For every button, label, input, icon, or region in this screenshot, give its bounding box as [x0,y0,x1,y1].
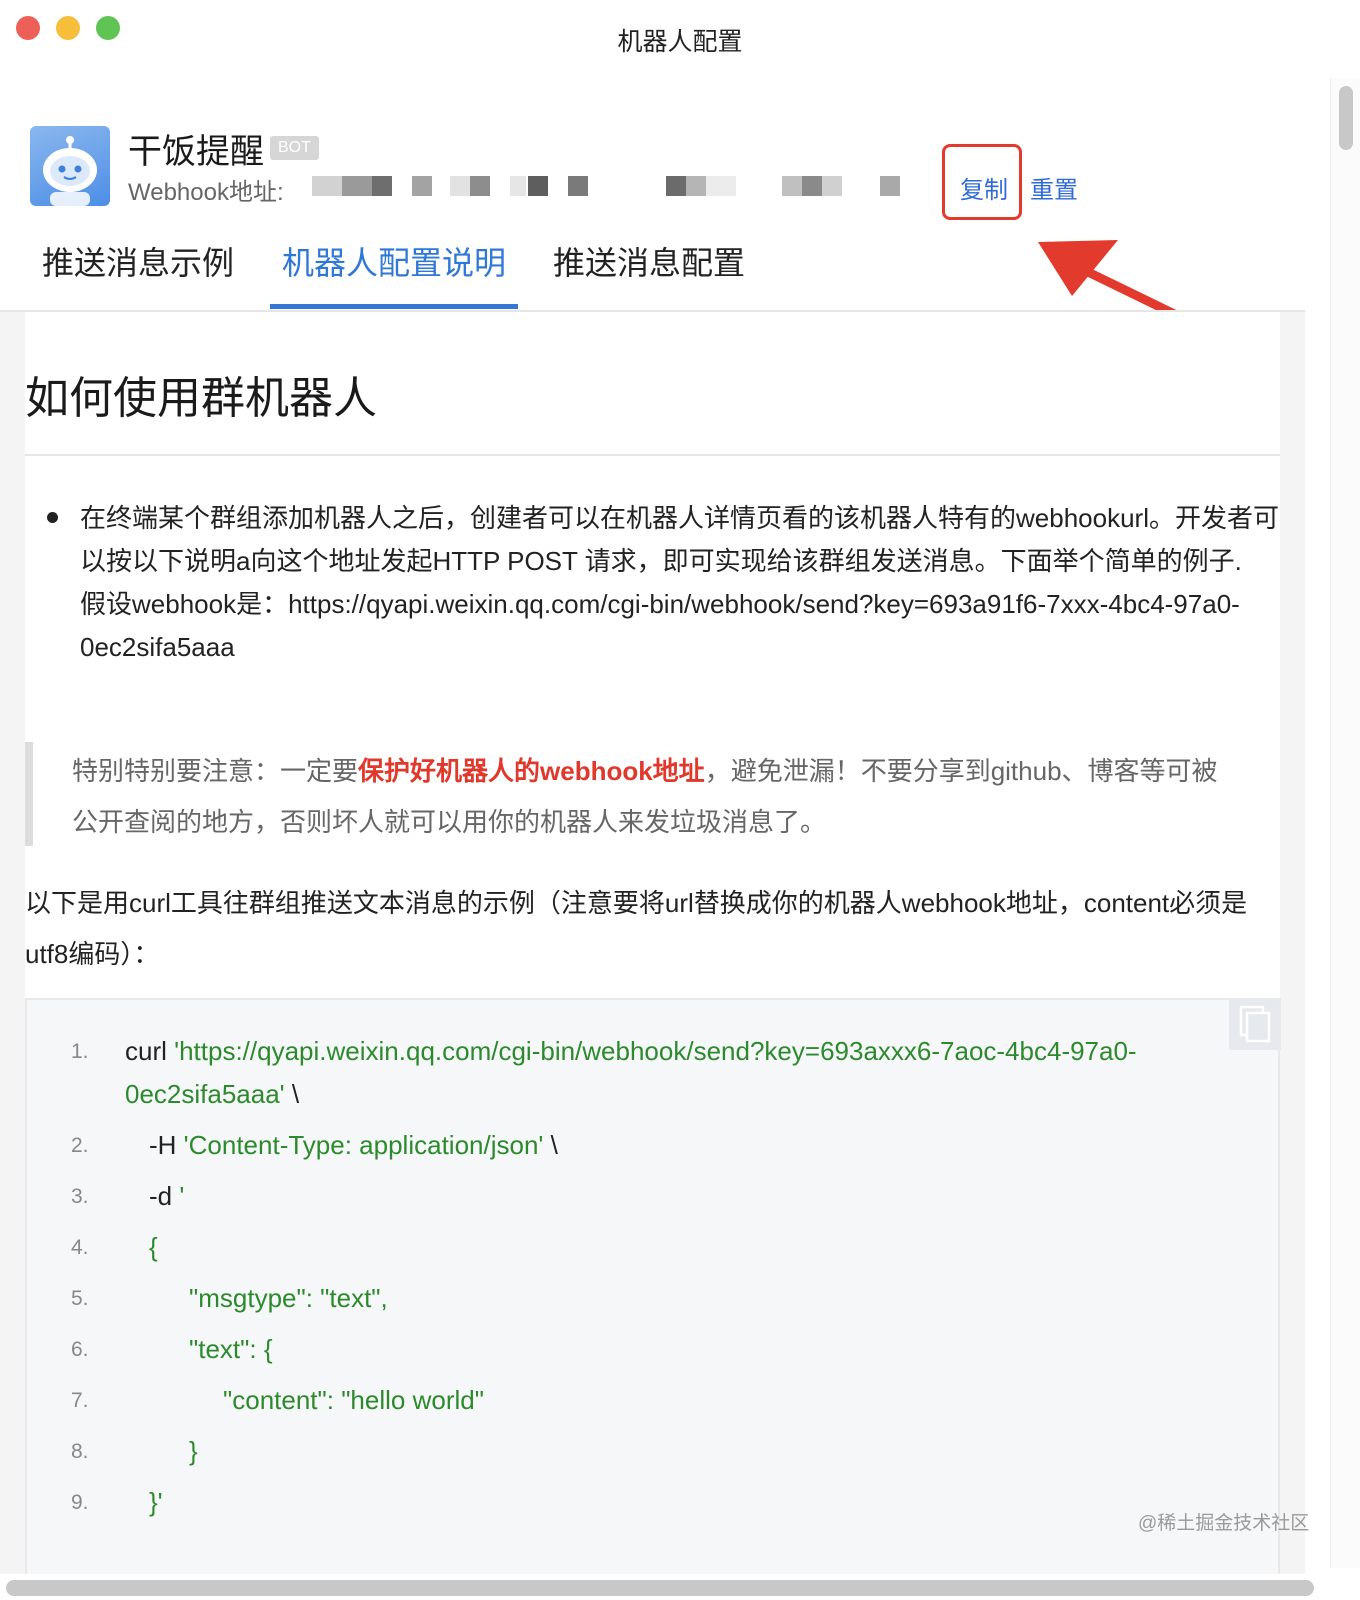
code-text-wrap: 0ec2sifa5aaa' \ [125,1079,299,1110]
doc-panel: 如何使用群机器人 在终端某个群组添加机器人之后，创建者可以在机器人详情页看的该机… [25,312,1281,1574]
code-string: 'Content-Type: application/json' [183,1130,544,1160]
copy-code-button[interactable] [1229,998,1281,1050]
line-number: 8. [71,1440,89,1463]
webhook-label: Webhook地址: [128,179,284,206]
notice-quote-bar [25,742,33,846]
code-string: "text": { [189,1334,273,1364]
bullet-text: 在终端某个群组添加机器人之后，创建者可以在机器人详情页看的该机器人特有的webh… [80,503,1279,576]
vertical-scrollbar[interactable] [1330,78,1360,1568]
webhook-value-redacted [292,176,940,196]
code-string: } [189,1436,198,1466]
line-number: 7. [71,1389,89,1412]
copy-webhook-button[interactable]: 复制 [960,170,1008,205]
active-tab-indicator [270,304,518,309]
code-text: -d ' [149,1181,184,1212]
window-title: 机器人配置 [617,28,743,56]
code-plain: -H [149,1130,184,1160]
reset-webhook-button[interactable]: 重置 [1030,170,1078,205]
bot-name: 干饭提醒 [128,133,264,171]
tab-push-config[interactable]: 推送消息配置 [553,238,745,284]
code-text: curl 'https://qyapi.weixin.qq.com/cgi-bi… [125,1036,1137,1067]
code-string: 0ec2sifa5aaa' [125,1079,285,1109]
notice-prefix: 特别特别要注意：一定要 [72,756,359,786]
code-block: 1. curl 'https://qyapi.weixin.qq.com/cgi… [25,998,1281,1574]
notice-blockquote: 特别特别要注意：一定要保护好机器人的webhook地址，避免泄漏！不要分享到gi… [72,746,1242,848]
code-plain: -d [149,1181,180,1211]
line-number: 5. [71,1287,89,1310]
code-string: "msgtype": "text", [189,1283,388,1313]
copy-icon [1239,1005,1271,1043]
bot-badge: BOT [270,136,319,160]
bullet-paragraph: 在终端某个群组添加机器人之后，创建者可以在机器人详情页看的该机器人特有的webh… [80,497,1280,669]
bullet-dot-icon [47,512,58,523]
tab-bot-config-guide[interactable]: 机器人配置说明 [282,238,506,284]
code-string: { [149,1232,158,1262]
notice-highlight: 保护好机器人的webhook地址 [358,756,705,786]
line-number: 3. [71,1185,89,1208]
robot-icon [43,136,97,206]
line-number: 4. [71,1236,89,1259]
code-tail: \ [543,1130,558,1160]
tab-push-example[interactable]: 推送消息示例 [42,238,234,284]
code-string: 'https://qyapi.weixin.qq.com/cgi-bin/web… [174,1036,1137,1066]
curl-intro: 以下是用curl工具往群组推送文本消息的示例（注意要将url替换成你的机器人we… [25,888,1248,969]
code-string: "content": "hello world" [223,1385,484,1415]
title-divider [25,454,1280,456]
bot-avatar [30,126,110,206]
doc-title: 如何使用群机器人 [25,374,377,423]
code-plain: curl [125,1036,175,1066]
line-number: 2. [71,1134,89,1157]
code-tail: \ [284,1079,300,1109]
line-number: 9. [71,1491,89,1514]
code-string: ' [179,1181,185,1211]
bullet-example: 假设webhook是：https://qyapi.weixin.qq.com/c… [80,589,1240,662]
line-number: 6. [71,1338,89,1361]
horizontal-scroll-thumb[interactable] [6,1580,1314,1596]
tab-bar: 推送消息示例 机器人配置说明 推送消息配置 [0,228,1305,312]
title-bar: 机器人配置 [0,0,1360,76]
code-text: -H 'Content-Type: application/json' \ [149,1130,558,1161]
line-number: 1. [71,1040,89,1063]
watermark: @稀土掘金技术社区 [1138,1513,1310,1534]
code-string: }' [149,1487,163,1517]
vertical-scroll-thumb[interactable] [1339,86,1353,150]
